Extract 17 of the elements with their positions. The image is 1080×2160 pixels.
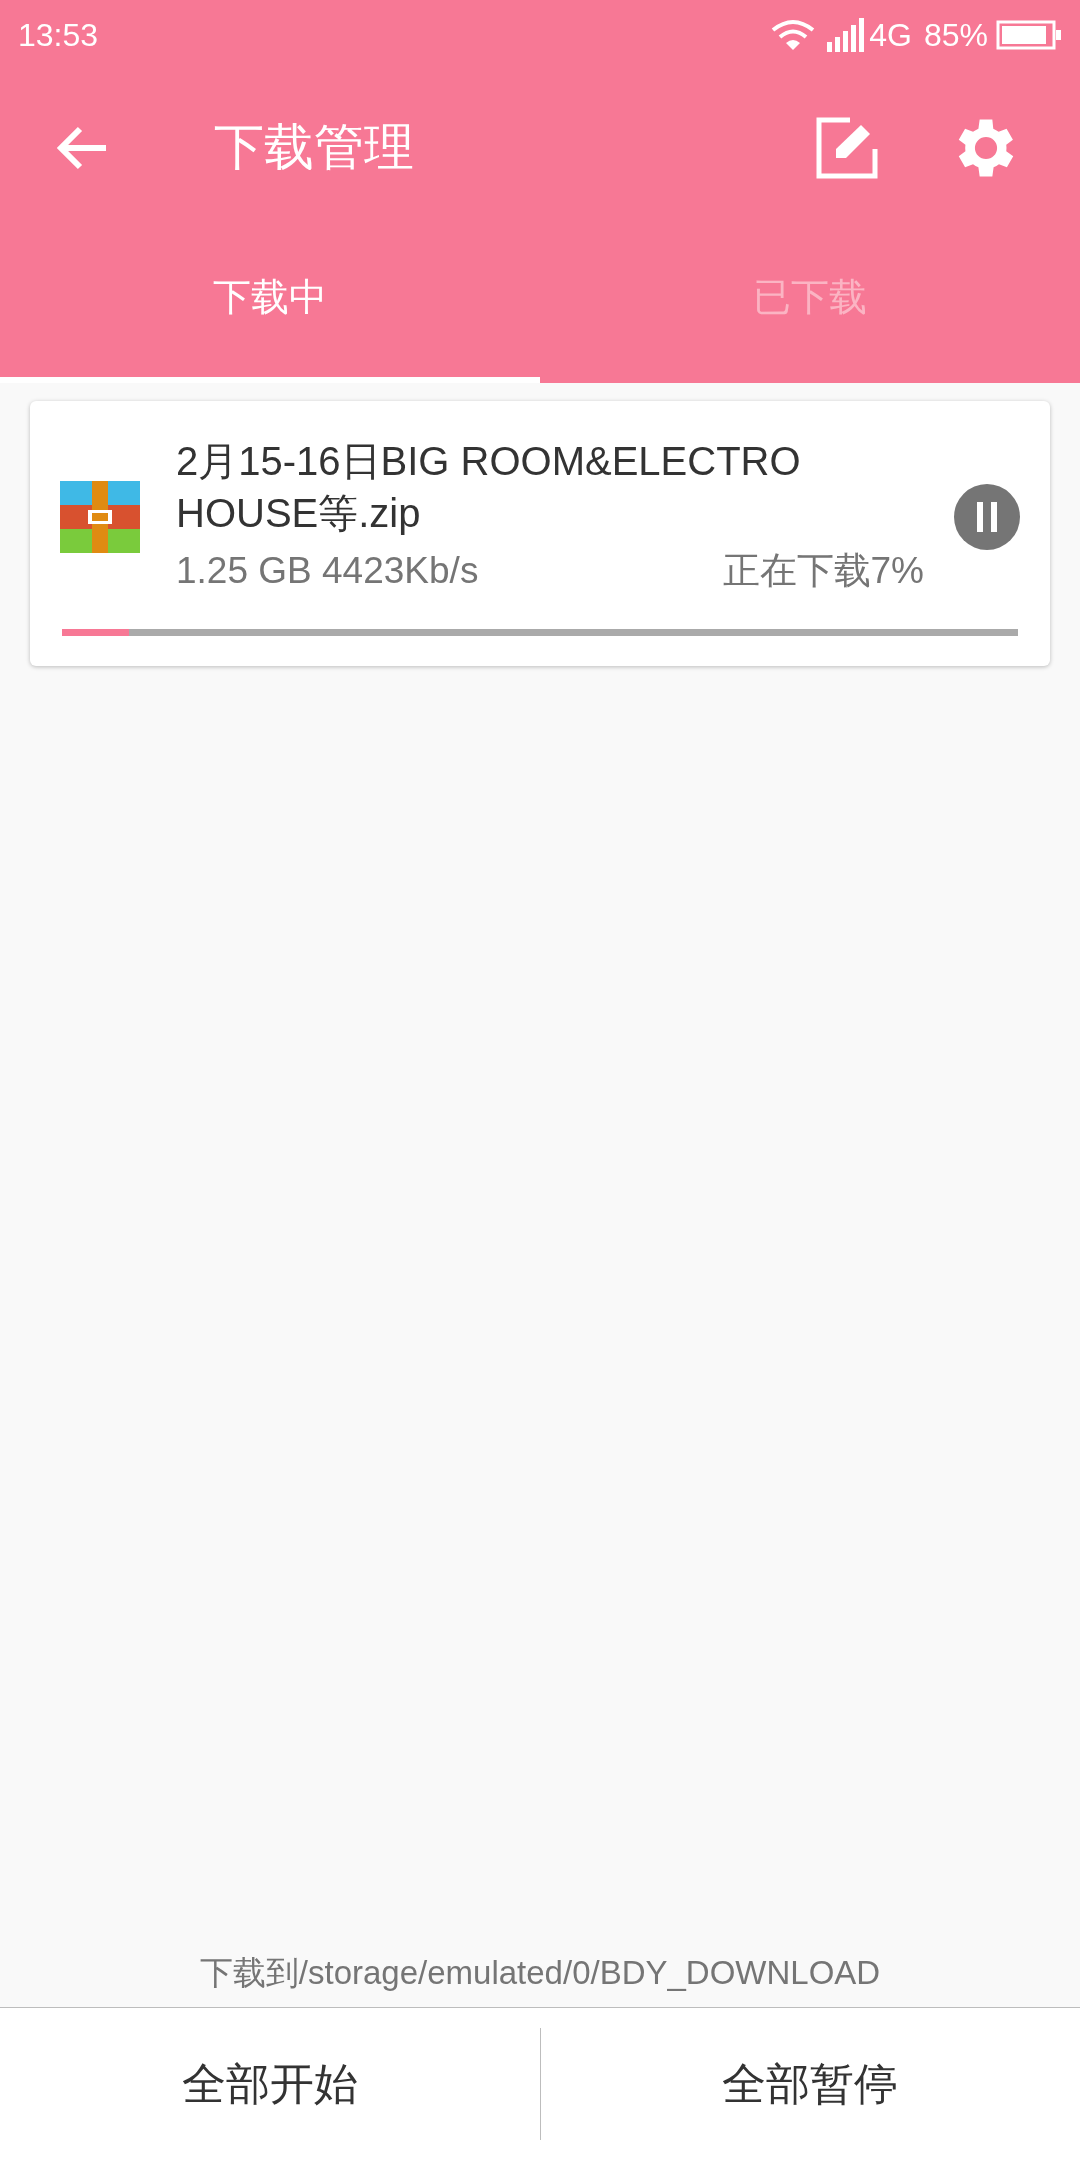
back-icon[interactable]: [56, 124, 108, 171]
page-title: 下载管理: [214, 118, 414, 177]
download-path: 下载到/storage/emulated/0/BDY_DOWNLOAD: [198, 1952, 882, 1993]
edit-icon[interactable]: [816, 116, 878, 179]
wifi-icon: [771, 18, 816, 52]
download-status: 正在下载7%: [722, 549, 924, 593]
status-time: 13:53: [18, 16, 99, 55]
battery-percent: 85%: [923, 16, 988, 55]
archive-icon: [60, 480, 140, 553]
network-type: 4G: [869, 16, 912, 55]
download-card[interactable]: 2月15-16日BIG ROOM&ELECTRO HOUSE等.zip 1.25 GB 4423Kb/s 正在下载7%: [30, 401, 1050, 666]
pause-icon: [975, 501, 999, 532]
file-size-speed: 1.25 GB 4423Kb/s: [176, 549, 479, 593]
battery-icon: [996, 20, 1062, 50]
file-name: 2月15-16日BIG ROOM&ELECTRO HOUSE等.zip: [176, 438, 802, 537]
pause-all-button[interactable]: 全部暂停: [540, 2008, 1080, 2160]
start-all-button[interactable]: 全部开始: [0, 2008, 540, 2160]
